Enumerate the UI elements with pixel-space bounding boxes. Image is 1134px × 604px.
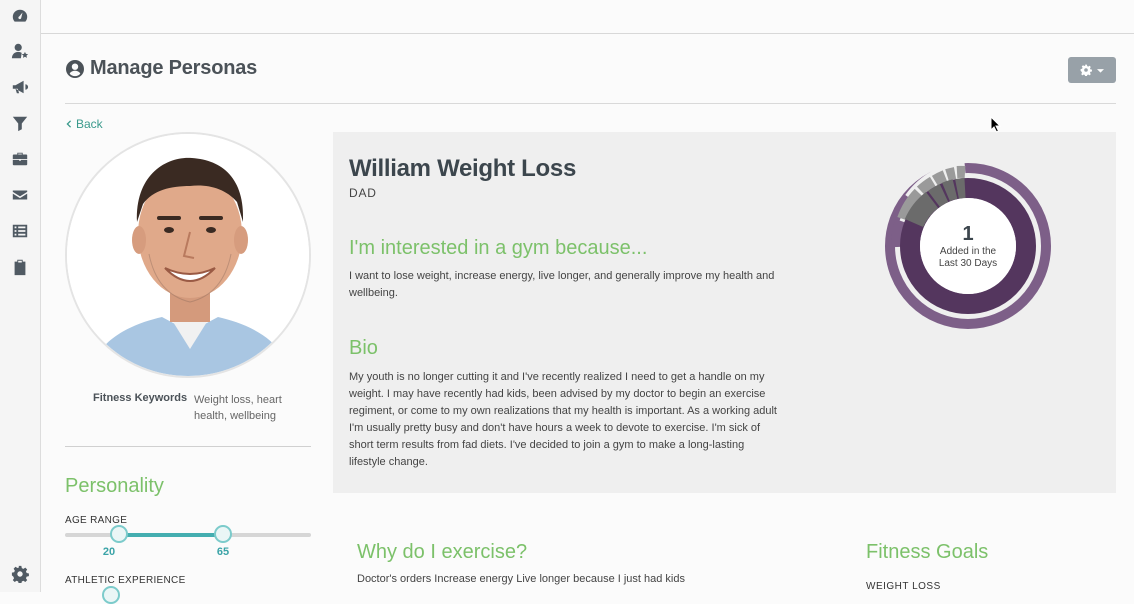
stats-count: 1: [962, 223, 973, 245]
added-donut-chart: 1 Added in the Last 30 Days: [885, 161, 1051, 329]
envelope-icon[interactable]: [10, 185, 30, 205]
list-icon[interactable]: [10, 221, 30, 241]
athletic-experience-label: ATHLETIC EXPERIENCE: [65, 575, 186, 586]
briefcase-icon[interactable]: [10, 149, 30, 169]
gear-icon: [1080, 64, 1092, 76]
persona-avatar: [65, 132, 311, 378]
chevron-left-icon: [66, 120, 72, 128]
age-range-max-handle[interactable]: [214, 525, 232, 543]
sidebar: [0, 0, 41, 592]
page-title: Manage Personas: [90, 57, 258, 79]
age-range-min-handle[interactable]: [110, 525, 128, 543]
age-range-slider[interactable]: [65, 525, 311, 543]
stats-caption-line2: Last 30 Days: [939, 258, 997, 269]
fitness-goal-item: WEIGHT LOSS: [866, 581, 941, 592]
interest-text: I want to lose weight, increase energy, …: [349, 270, 775, 299]
user-circle-icon: [66, 59, 84, 78]
why-exercise-text: Doctor's orders Increase energy Live lon…: [357, 573, 685, 585]
why-exercise-heading: Why do I exercise?: [357, 541, 528, 563]
mouse-cursor-icon: [990, 116, 1002, 133]
page-header: Manage Personas: [65, 57, 257, 80]
age-range-max-value: 65: [216, 546, 230, 558]
left-divider: [65, 446, 311, 447]
gear-icon[interactable]: [10, 564, 30, 584]
back-label: Back: [76, 117, 103, 131]
settings-dropdown-button[interactable]: [1068, 57, 1116, 83]
fitness-goals-heading: Fitness Goals: [866, 541, 989, 563]
caret-down-icon: [1097, 68, 1104, 73]
user-star-icon[interactable]: [10, 41, 30, 61]
personality-title: Personality: [65, 475, 164, 497]
persona-role: DAD: [349, 186, 377, 200]
clipboard-icon[interactable]: [10, 257, 30, 277]
megaphone-icon[interactable]: [10, 77, 30, 97]
athletic-experience-handle[interactable]: [102, 586, 120, 604]
age-range-fill: [119, 533, 223, 537]
bio-heading: Bio: [349, 337, 378, 359]
header-divider: [65, 103, 1116, 104]
fitness-keywords-value: Weight loss, heart health, wellbeing: [194, 394, 282, 422]
top-bar: [41, 0, 1134, 34]
fitness-keywords-label: Fitness Keywords: [93, 392, 188, 404]
age-range-min-value: 20: [102, 546, 116, 558]
bio-text: My youth is no longer cutting it and I'v…: [349, 371, 777, 468]
back-link[interactable]: Back: [65, 117, 103, 131]
interest-heading: I'm interested in a gym because...: [349, 237, 648, 259]
dashboard-icon[interactable]: [10, 6, 30, 26]
persona-name: William Weight Loss: [349, 155, 576, 182]
filter-icon[interactable]: [10, 113, 30, 133]
stats-caption-line1: Added in the: [940, 246, 997, 257]
